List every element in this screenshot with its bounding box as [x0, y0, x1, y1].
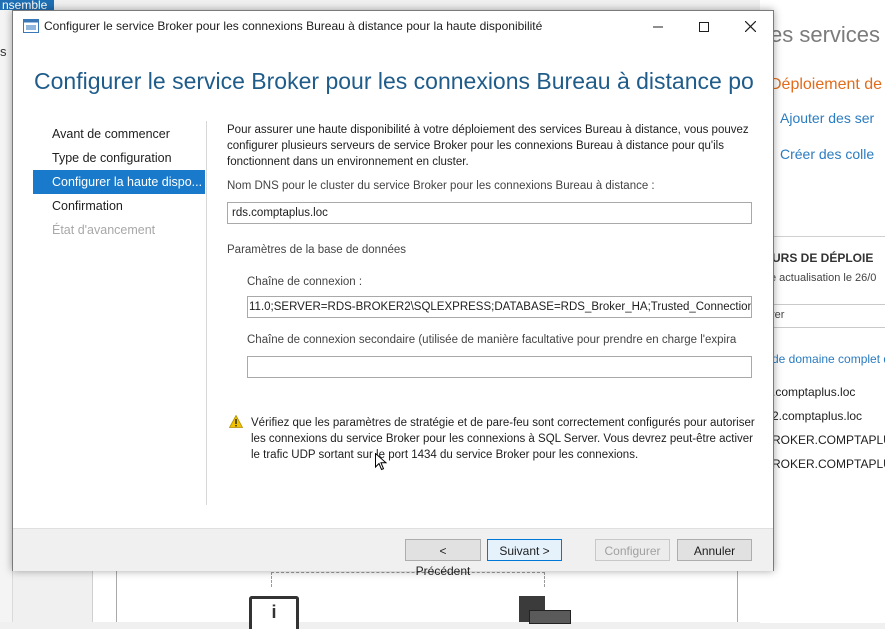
page-title: Configurer le service Broker pour les co…	[34, 68, 754, 94]
background-table-row[interactable]: ROKER.COMPTAPLUS	[772, 433, 885, 447]
dialog-footer: < Précédent Suivant > Configurer Annuler	[13, 528, 773, 578]
nav-item-before-you-begin[interactable]: Avant de commencer	[33, 122, 205, 146]
intro-text: Pour assurer une haute disponibilité à v…	[227, 124, 749, 168]
nav-item-configuration-type[interactable]: Type de configuration	[33, 146, 205, 170]
connection-string-input[interactable]: 11.0;SERVER=RDS-BROKER2\SQLEXPRESS;DATAB…	[247, 296, 752, 318]
background-column-header[interactable]: de domaine complet d	[772, 352, 885, 366]
background-ensemble-tab[interactable]: nsemble	[0, 0, 54, 10]
secondary-connection-input[interactable]	[247, 356, 752, 378]
warning-icon	[229, 415, 243, 428]
nav-item-high-availability[interactable]: Configurer la haute dispo...	[33, 170, 205, 194]
next-button[interactable]: Suivant >	[487, 539, 562, 561]
background-servers-title: URS DE DÉPLOIE	[772, 251, 874, 265]
previous-button[interactable]: < Précédent	[405, 539, 481, 578]
nav-item-confirmation[interactable]: Confirmation	[33, 194, 205, 218]
maximize-button[interactable]	[681, 11, 727, 42]
minimize-button[interactable]	[635, 11, 681, 42]
warning-text: Vérifiez que les paramètres de stratégie…	[251, 417, 755, 461]
background-table-row[interactable]: 2.comptaplus.loc	[772, 409, 862, 423]
window-title: Configurer le service Broker pour les co…	[44, 19, 543, 33]
background-add-link[interactable]: Ajouter des ser	[780, 110, 874, 126]
server-manager-icon	[23, 19, 39, 33]
background-filter-input[interactable]: rer	[764, 304, 885, 328]
dns-label: Nom DNS pour le cluster du service Broke…	[227, 180, 655, 192]
maximize-icon	[699, 21, 709, 32]
nav-item-progress: État d'avancement	[52, 223, 156, 237]
background-diagram-connector	[271, 572, 545, 587]
configure-button: Configurer	[595, 539, 670, 561]
background-table-row[interactable]: .comptaplus.loc	[772, 385, 855, 399]
database-section-label: Paramètres de la base de données	[227, 244, 407, 256]
background-refresh-text: e actualisation le 26/0	[770, 272, 877, 284]
background-title: es services B	[770, 22, 885, 47]
nav-divider	[206, 121, 207, 505]
close-button[interactable]	[727, 11, 773, 42]
configure-broker-dialog: Configurer le service Broker pour les co…	[12, 10, 774, 578]
close-icon	[744, 21, 756, 32]
secondary-connection-label: Chaîne de connexion secondaire (utilisée…	[247, 334, 737, 346]
info-icon[interactable]: i	[249, 596, 299, 629]
background-servers-panel	[760, 236, 885, 623]
background-deployment-heading: Déploiement de	[770, 76, 883, 93]
mouse-cursor-icon	[375, 453, 387, 471]
connection-string-label: Chaîne de connexion :	[247, 276, 363, 288]
background-create-link[interactable]: Créer des colle	[780, 146, 874, 162]
background-table-row[interactable]: ROKER.COMPTAPLUS	[772, 457, 885, 471]
minimize-icon	[653, 26, 663, 27]
background-side-letter: s	[0, 44, 7, 59]
title-bar[interactable]: Configurer le service Broker pour les co…	[13, 11, 773, 42]
dns-name-input[interactable]: rds.comptaplus.loc	[227, 202, 752, 224]
cancel-button[interactable]: Annuler	[677, 539, 752, 561]
